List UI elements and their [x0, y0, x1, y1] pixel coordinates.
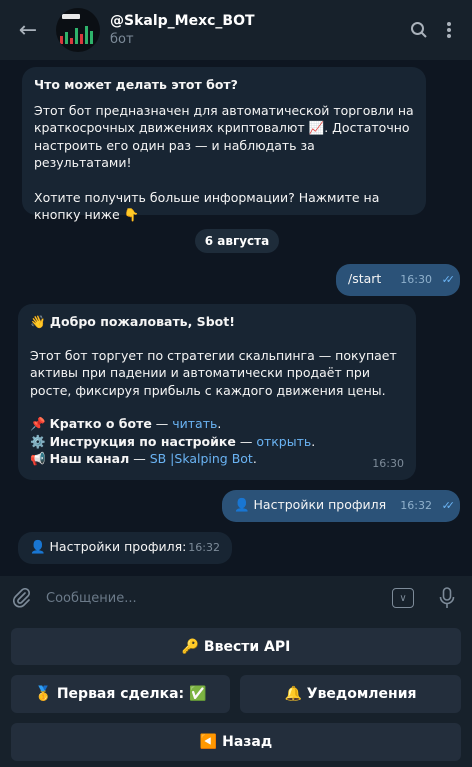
- bot-description-cta: Хотите получить больше информации? Нажми…: [34, 189, 380, 223]
- channel-link[interactable]: SB |Skalping Bot: [150, 451, 253, 466]
- menu-button[interactable]: [434, 0, 464, 60]
- message-text: 👤 Настройки профиля:: [30, 539, 187, 554]
- welcome-item: ⚙️ Инструкция по настройке — открыть.: [30, 433, 404, 451]
- read-ticks-icon: ✓✓: [441, 498, 456, 512]
- welcome-body: Этот бот торгует по стратегии скальпинга…: [30, 347, 397, 398]
- avatar-badge: [62, 14, 80, 19]
- chat-subtitle: бот: [110, 32, 134, 47]
- bot-description-text: Этот бот предназначен для автоматической…: [34, 102, 414, 171]
- first-deal-button[interactable]: 🥇 Первая сделка: ✅: [11, 675, 230, 713]
- message-text: 👤 Настройки профиля: [234, 497, 387, 512]
- notifications-button[interactable]: 🔔 Уведомления: [240, 675, 461, 713]
- message-time: 16:30: [400, 272, 432, 286]
- voice-button[interactable]: [432, 587, 462, 609]
- welcome-item: 📌 Кратко о боте — читать.: [30, 415, 404, 433]
- message-time: 16:32: [400, 498, 432, 512]
- message-text: /start: [348, 271, 382, 286]
- bot-description-heading: Что может делать этот бот?: [34, 77, 238, 92]
- incoming-message[interactable]: 👋 Добро пожаловать, Sbot! Этот бот торгу…: [18, 304, 416, 480]
- date-separator: 6 августа: [195, 229, 279, 253]
- pin-icon: 📌: [30, 416, 46, 431]
- megaphone-icon: 📢: [30, 451, 46, 466]
- item-end: .: [252, 451, 257, 466]
- attach-button[interactable]: [0, 588, 44, 608]
- read-link[interactable]: читать: [172, 416, 217, 431]
- open-link[interactable]: открыть: [256, 434, 311, 449]
- microphone-icon: [439, 587, 455, 608]
- item-end: .: [217, 416, 222, 431]
- item-end: .: [311, 433, 316, 449]
- item-label: Наш канал: [49, 451, 130, 466]
- outgoing-message[interactable]: 👤 Настройки профиля 16:32 ✓✓: [222, 490, 460, 522]
- reply-keyboard: 🔑 Ввести API 🥇 Первая сделка: ✅ 🔔 Уведом…: [0, 620, 472, 767]
- welcome-item: 📢 Наш канал — SB |Skalping Bot.: [30, 450, 404, 468]
- incoming-message[interactable]: 👤 Настройки профиля: 16:32: [18, 532, 232, 564]
- item-separator: —: [151, 416, 173, 431]
- welcome-greeting: 👋 Добро пожаловать, Sbot!: [30, 314, 235, 329]
- item-label: Кратко о боте: [49, 416, 152, 431]
- search-button[interactable]: [404, 0, 434, 60]
- outgoing-message[interactable]: /start 16:30 ✓✓: [336, 264, 460, 296]
- chat-title: @Skalp_Mexc_BOT: [110, 13, 255, 29]
- message-time: 16:30: [372, 456, 404, 470]
- item-separator: —: [235, 433, 257, 449]
- message-time: 16:32: [188, 540, 220, 554]
- chat-header: ← @Skalp_Mexc_BOT бот: [0, 0, 472, 60]
- keyboard-toggle-icon: ∨: [399, 592, 407, 604]
- chat-title-block[interactable]: @Skalp_Mexc_BOT бот: [110, 13, 404, 47]
- read-ticks-icon: ✓✓: [441, 272, 456, 286]
- gear-icon: ⚙️: [30, 433, 46, 449]
- candlestick-chart-icon: [60, 22, 96, 44]
- item-label: Инструкция по настройке: [49, 433, 236, 449]
- back-menu-button[interactable]: ◀️ Назад: [11, 723, 461, 761]
- bot-description: Что может делать этот бот? Этот бот пред…: [22, 67, 426, 222]
- item-separator: —: [129, 451, 150, 466]
- message-input[interactable]: [44, 589, 392, 607]
- more-vertical-icon: [447, 22, 451, 38]
- paperclip-icon: [13, 588, 31, 608]
- back-button[interactable]: ←: [0, 0, 56, 60]
- avatar[interactable]: [56, 8, 100, 52]
- message-composer: ∨: [0, 576, 472, 620]
- arrow-left-icon: ←: [18, 17, 38, 43]
- search-icon: [411, 22, 427, 38]
- keyboard-toggle-button[interactable]: ∨: [392, 588, 414, 608]
- enter-api-button[interactable]: 🔑 Ввести API: [11, 628, 461, 665]
- message-list[interactable]: Что может делать этот бот? Этот бот пред…: [0, 60, 472, 574]
